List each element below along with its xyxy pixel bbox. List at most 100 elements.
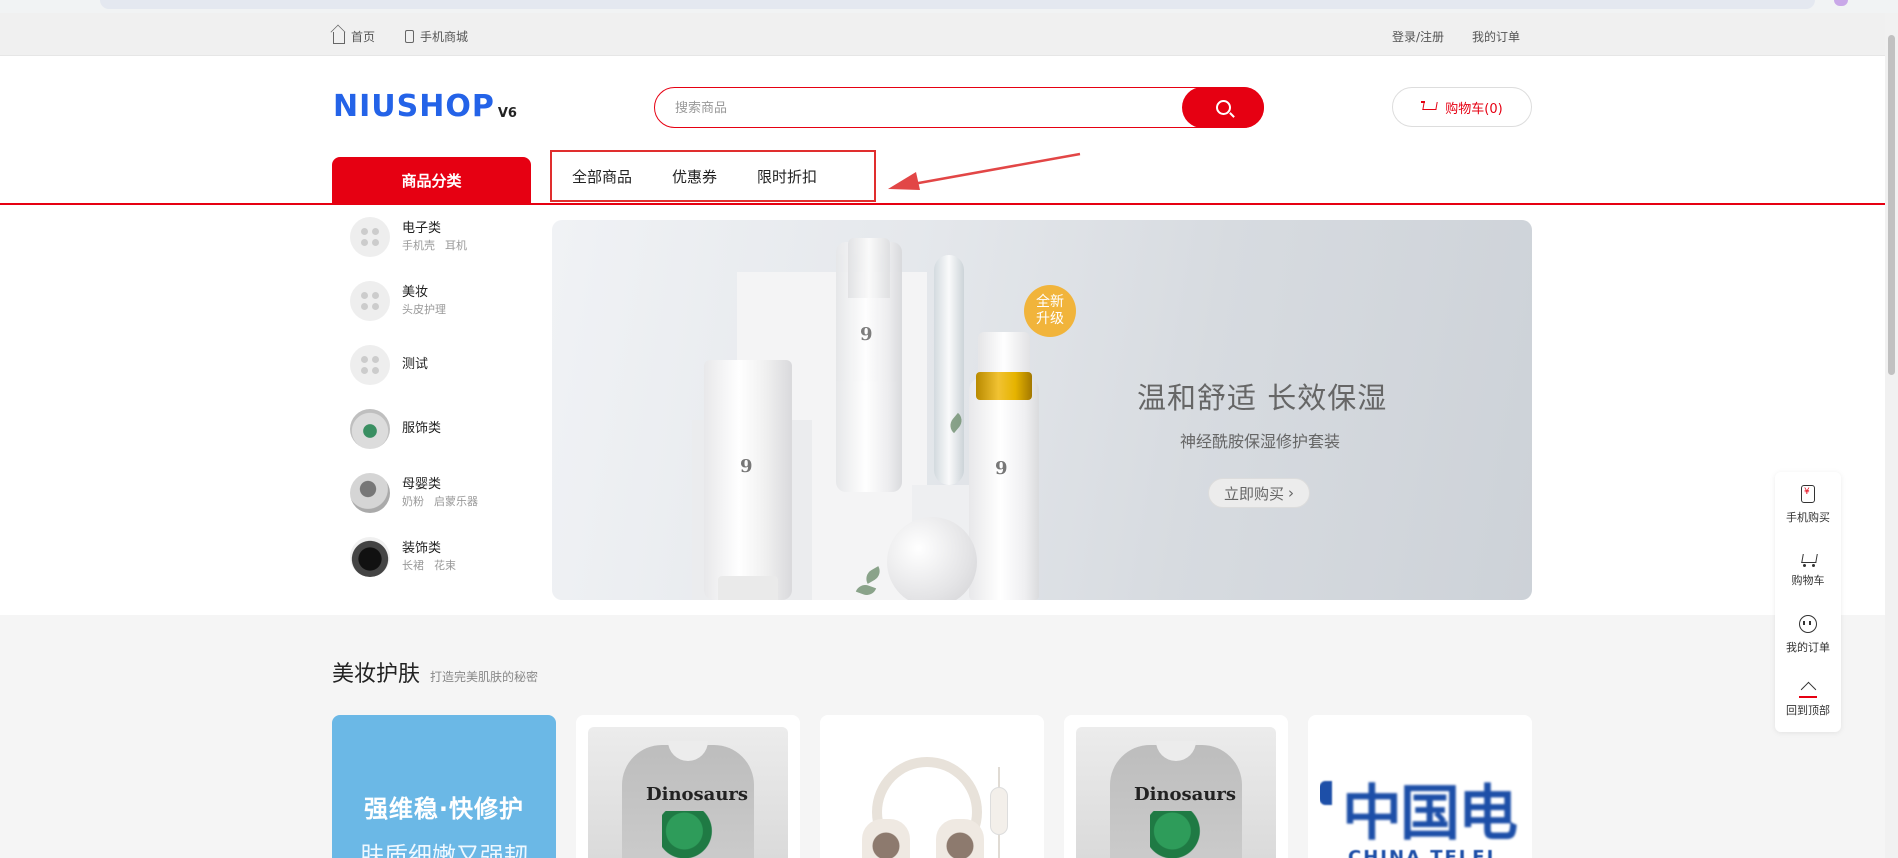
inline-remote bbox=[990, 787, 1008, 835]
site-logo[interactable]: NIUSHOP V6 bbox=[333, 92, 517, 122]
section-promo-card[interactable]: 强维稳·快修护 肤质细嫩又强韧 bbox=[332, 715, 556, 858]
page: 首页 手机商城 登录/注册 我的订单 NIUSHOP V6 购物车(0) bbox=[0, 0, 1898, 858]
category-name: 美妆 bbox=[402, 285, 429, 300]
dinosaur-graphic bbox=[1150, 811, 1206, 858]
product-tube: 9 bbox=[704, 360, 792, 600]
search-input[interactable] bbox=[675, 97, 1115, 119]
category-thumbnail bbox=[350, 473, 390, 513]
cart-icon bbox=[1799, 552, 1817, 567]
mobile-mall-label: 手机商城 bbox=[420, 30, 469, 44]
banner-subline: 神经酰胺保湿修护套装 bbox=[1180, 432, 1341, 451]
chevron-right-icon: › bbox=[1288, 484, 1294, 502]
dinosaur-graphic bbox=[662, 811, 718, 858]
category-name: 母婴类 bbox=[402, 477, 442, 492]
cart-icon bbox=[1421, 101, 1437, 113]
decor-sphere bbox=[887, 517, 977, 600]
product-bottle: 9 bbox=[969, 332, 1039, 600]
bottle-pump bbox=[978, 332, 1030, 376]
bottle-collar bbox=[976, 372, 1032, 400]
subcategory-link[interactable]: 头皮护理 bbox=[402, 302, 446, 318]
category-item-beauty[interactable]: 美妆 头皮护理 bbox=[350, 269, 530, 333]
category-item-electronics[interactable]: 电子类 手机壳 耳机 bbox=[350, 205, 530, 269]
product-image: 中国电 CHINA TELEI bbox=[1320, 727, 1520, 858]
mobile-buy-button[interactable]: 手机购买 bbox=[1775, 472, 1841, 537]
side-cart-label: 购物车 bbox=[1791, 573, 1825, 587]
category-menu-button[interactable]: 商品分类 bbox=[332, 157, 531, 204]
address-bar[interactable] bbox=[100, 0, 1815, 9]
browser-chrome bbox=[0, 0, 1898, 13]
search-icon bbox=[1215, 99, 1231, 115]
subcategory-link[interactable]: 耳机 bbox=[445, 238, 467, 254]
glass-tube bbox=[934, 255, 964, 485]
category-item-apparel[interactable]: 服饰类 bbox=[350, 397, 530, 461]
mobile-buy-label: 手机购买 bbox=[1786, 510, 1830, 524]
phone-yuan-icon bbox=[1801, 484, 1815, 503]
side-cart-button[interactable]: 购物车 bbox=[1775, 537, 1841, 602]
product-card[interactable]: Dinosaurs bbox=[1064, 715, 1288, 858]
category-list: 电子类 手机壳 耳机 美妆 头皮护理 测试 服饰类 母婴类 奶粉 启蒙乐器 装饰… bbox=[350, 205, 530, 589]
floating-toolbar: 手机购买 购物车 我的订单 回到顶部 bbox=[1775, 472, 1841, 732]
promo-line-2: 肤质细嫩又强韧 bbox=[360, 842, 528, 858]
product-card[interactable]: 中国电 CHINA TELEI bbox=[1308, 715, 1532, 858]
product-image: Dinosaurs bbox=[1076, 727, 1276, 858]
cart-button[interactable]: 购物车(0) bbox=[1392, 87, 1532, 127]
home-link-label: 首页 bbox=[351, 30, 376, 44]
product-card[interactable] bbox=[820, 715, 1044, 858]
category-thumbnail bbox=[350, 537, 390, 577]
logo-wordmark: NIUSHOP bbox=[333, 89, 495, 124]
login-register-link[interactable]: 登录/注册 bbox=[1392, 28, 1444, 45]
scrollbar-thumb[interactable] bbox=[1888, 35, 1895, 375]
promo-line-1: 强维稳·快修护 bbox=[363, 795, 525, 823]
home-icon bbox=[333, 32, 345, 44]
top-bar: 首页 手机商城 登录/注册 我的订单 bbox=[0, 13, 1885, 56]
back-to-top-label: 回到顶部 bbox=[1786, 703, 1830, 717]
banner-headline: 温和舒适 长效保湿 bbox=[1137, 381, 1388, 415]
phone-icon bbox=[405, 30, 415, 43]
product-mark: 9 bbox=[995, 458, 1008, 479]
subcategory-link[interactable]: 启蒙乐器 bbox=[434, 494, 478, 510]
category-item-test[interactable]: 测试 bbox=[350, 333, 530, 397]
telecom-logo-en: CHINA TELEI bbox=[1348, 847, 1496, 858]
side-orders-label: 我的订单 bbox=[1786, 640, 1830, 654]
search-button[interactable] bbox=[1182, 86, 1264, 128]
logo-version: V6 bbox=[497, 106, 517, 121]
subcategory-link[interactable]: 花束 bbox=[434, 558, 456, 574]
mobile-mall-link[interactable]: 手机商城 bbox=[405, 28, 468, 45]
nav-coupons[interactable]: 优惠券 bbox=[672, 166, 717, 187]
buy-now-label: 立即购买 bbox=[1223, 484, 1284, 503]
my-orders-link[interactable]: 我的订单 bbox=[1472, 28, 1520, 45]
category-name: 电子类 bbox=[402, 221, 442, 236]
product-image: Dinosaurs bbox=[588, 727, 788, 858]
subcategory-link[interactable]: 奶粉 bbox=[402, 494, 424, 510]
hero-banner[interactable]: 9 9 9 全新 升级 温和舒适 长效保湿 神经酰胺保湿修护套装 立即购买 › bbox=[552, 220, 1532, 600]
home-link[interactable]: 首页 bbox=[333, 28, 375, 45]
nav-all-products[interactable]: 全部商品 bbox=[572, 166, 632, 187]
subcategory-link[interactable]: 手机壳 bbox=[402, 238, 435, 254]
telecom-logo-mark bbox=[1320, 781, 1332, 805]
product-mark: 9 bbox=[740, 456, 753, 477]
category-placeholder-icon bbox=[350, 217, 390, 257]
ear-cup bbox=[936, 819, 984, 858]
nav-flash-discount[interactable]: 限时折扣 bbox=[757, 166, 817, 187]
hero-panel: 电子类 手机壳 耳机 美妆 头皮护理 测试 服饰类 母婴类 奶粉 启蒙乐器 装饰… bbox=[0, 205, 1885, 615]
category-item-baby[interactable]: 母婴类 奶粉 启蒙乐器 bbox=[350, 461, 530, 525]
back-to-top-button[interactable]: 回到顶部 bbox=[1775, 667, 1841, 732]
new-upgrade-badge: 全新 升级 bbox=[1024, 285, 1076, 337]
category-item-decor[interactable]: 装饰类 长裙 花束 bbox=[350, 525, 530, 589]
page-scrollbar[interactable] bbox=[1885, 13, 1898, 858]
main-nav: 全部商品 优惠券 限时折扣 bbox=[550, 150, 876, 202]
category-name: 装饰类 bbox=[402, 541, 442, 556]
back-to-top-icon bbox=[1799, 682, 1817, 698]
extension-icon[interactable] bbox=[1834, 0, 1848, 6]
order-icon bbox=[1799, 614, 1817, 633]
side-orders-button[interactable]: 我的订单 bbox=[1775, 602, 1841, 667]
buy-now-button[interactable]: 立即购买 › bbox=[1208, 478, 1310, 508]
shirt-print-text: Dinosaurs bbox=[646, 784, 749, 805]
category-placeholder-icon bbox=[350, 345, 390, 385]
shirt-print-text: Dinosaurs bbox=[1134, 784, 1237, 805]
subcategory-link[interactable]: 长裙 bbox=[402, 558, 424, 574]
product-card[interactable]: Dinosaurs bbox=[576, 715, 800, 858]
badge-line-1: 全新 bbox=[1036, 294, 1064, 310]
category-name: 服饰类 bbox=[402, 421, 442, 436]
section-title: 美妆护肤 bbox=[332, 662, 421, 687]
